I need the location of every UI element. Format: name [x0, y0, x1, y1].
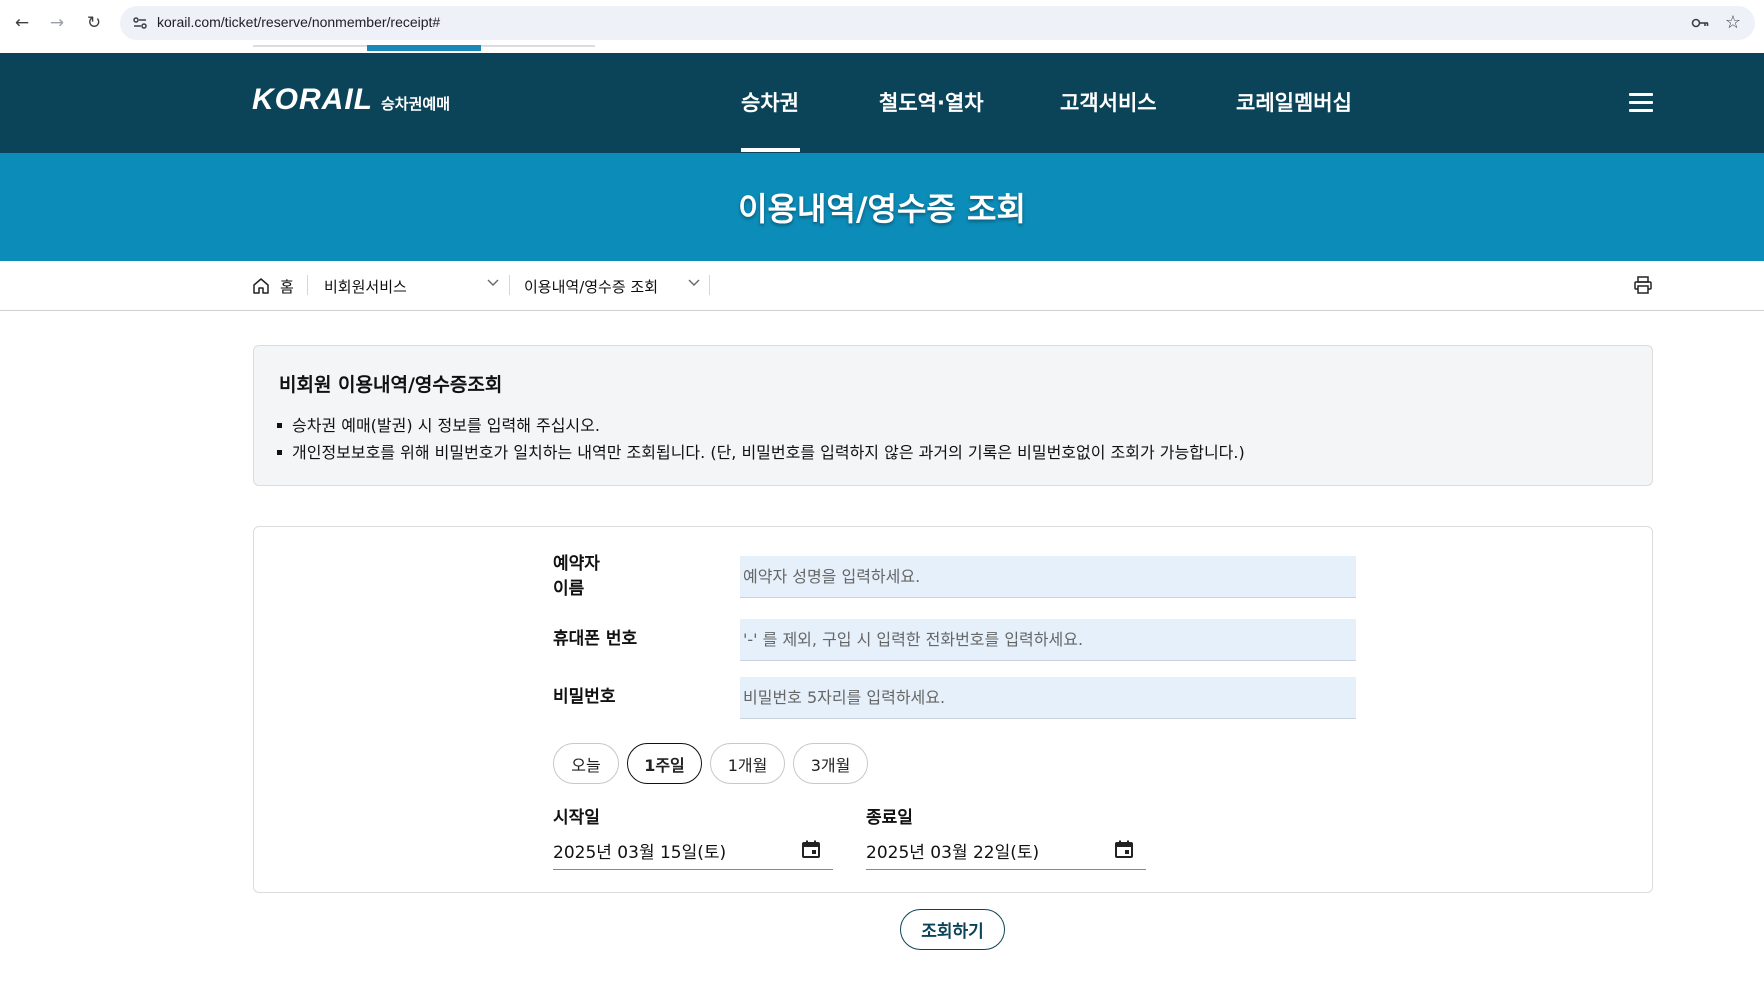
breadcrumb-divider [709, 275, 710, 295]
nav-item-station-train[interactable]: 철도역·열차 [879, 87, 984, 117]
logo-text: KORAIL [252, 83, 373, 116]
site-top-strip [0, 45, 1764, 53]
breadcrumb-home[interactable]: 홈 [280, 276, 294, 297]
password-key-icon[interactable] [1691, 15, 1709, 31]
nav-item-ticket[interactable]: 승차권 [741, 87, 799, 117]
period-today-button[interactable]: 오늘 [553, 743, 619, 784]
bullet-icon [277, 423, 282, 428]
breadcrumb-level2-select[interactable]: 이용내역/영수증 조회 [524, 276, 658, 297]
nav-item-customer-service[interactable]: 고객서비스 [1060, 87, 1157, 117]
period-1week-button[interactable]: 1주일 [627, 743, 702, 784]
end-date-label: 종료일 [866, 808, 913, 828]
notice-item: 승차권 예매(발권) 시 정보를 입력해 주십시오. [277, 412, 1245, 439]
site-header: KORAIL 승차권예매 승차권 철도역·열차 고객서비스 코레일멤버십 [0, 53, 1764, 153]
hamburger-menu-icon[interactable] [1629, 93, 1653, 113]
password-label: 비밀번호 [553, 687, 616, 707]
lookup-form: 예약자 이름 휴대폰 번호 비밀번호 오늘 1주일 1개월 3개월 시작일 20… [253, 526, 1653, 893]
site-settings-icon[interactable] [132, 15, 148, 31]
period-1month-button[interactable]: 1개월 [710, 743, 785, 784]
notice-list: 승차권 예매(발권) 시 정보를 입력해 주십시오. 개인정보보호를 위해 비밀… [277, 412, 1245, 466]
reload-icon[interactable]: ↻ [83, 12, 105, 34]
chevron-down-icon[interactable] [688, 279, 700, 287]
notice-title: 비회원 이용내역/영수증조회 [279, 374, 503, 396]
breadcrumb-divider [509, 275, 510, 295]
notice-box: 비회원 이용내역/영수증조회 승차권 예매(발권) 시 정보를 입력해 주십시오… [253, 345, 1653, 486]
breadcrumb: 홈 비회원서비스 이용내역/영수증 조회 [0, 261, 1764, 311]
forward-arrow-icon[interactable]: → [46, 12, 68, 34]
logo-subtext: 승차권예매 [381, 95, 451, 113]
korail-logo[interactable]: KORAIL 승차권예매 [252, 83, 450, 117]
page-title-band: 이용내역/영수증 조회 [0, 153, 1764, 261]
start-date-field[interactable]: 2025년 03월 15일(토) [553, 830, 833, 870]
password-input[interactable] [740, 677, 1356, 719]
phone-label: 휴대폰 번호 [553, 629, 638, 649]
address-bar[interactable]: korail.com/ticket/reserve/nonmember/rece… [120, 6, 1755, 40]
period-3month-button[interactable]: 3개월 [793, 743, 868, 784]
bookmark-star-icon[interactable]: ☆ [1725, 12, 1741, 33]
end-date-value: 2025년 03월 22일(토) [866, 843, 1040, 863]
home-icon[interactable] [252, 277, 270, 295]
chevron-down-icon[interactable] [487, 279, 499, 287]
calendar-icon[interactable] [1114, 839, 1134, 859]
site-top-strip-active [367, 45, 481, 51]
name-label: 예약자 이름 [553, 554, 600, 599]
nav-active-indicator [741, 148, 800, 152]
breadcrumb-level1-select[interactable]: 비회원서비스 [324, 276, 407, 297]
reserver-name-input[interactable] [740, 556, 1356, 598]
breadcrumb-divider [307, 275, 308, 295]
bullet-icon [277, 450, 282, 455]
url-text[interactable]: korail.com/ticket/reserve/nonmember/rece… [157, 14, 440, 30]
calendar-icon[interactable] [801, 839, 821, 859]
back-arrow-icon[interactable]: ← [11, 12, 33, 34]
search-button[interactable]: 조회하기 [900, 909, 1005, 950]
end-date-field[interactable]: 2025년 03월 22일(토) [866, 830, 1146, 870]
notice-item: 개인정보보호를 위해 비밀번호가 일치하는 내역만 조회됩니다. (단, 비밀번… [277, 439, 1245, 466]
page-title: 이용내역/영수증 조회 [738, 190, 1026, 228]
phone-number-input[interactable] [740, 619, 1356, 661]
browser-toolbar: ← → ↻ korail.com/ticket/reserve/nonmembe… [0, 0, 1764, 45]
start-date-value: 2025년 03월 15일(토) [553, 843, 727, 863]
nav-item-membership[interactable]: 코레일멤버십 [1236, 87, 1352, 117]
period-selector: 오늘 1주일 1개월 3개월 [553, 743, 876, 784]
start-date-label: 시작일 [553, 808, 600, 828]
print-icon[interactable] [1633, 275, 1653, 295]
